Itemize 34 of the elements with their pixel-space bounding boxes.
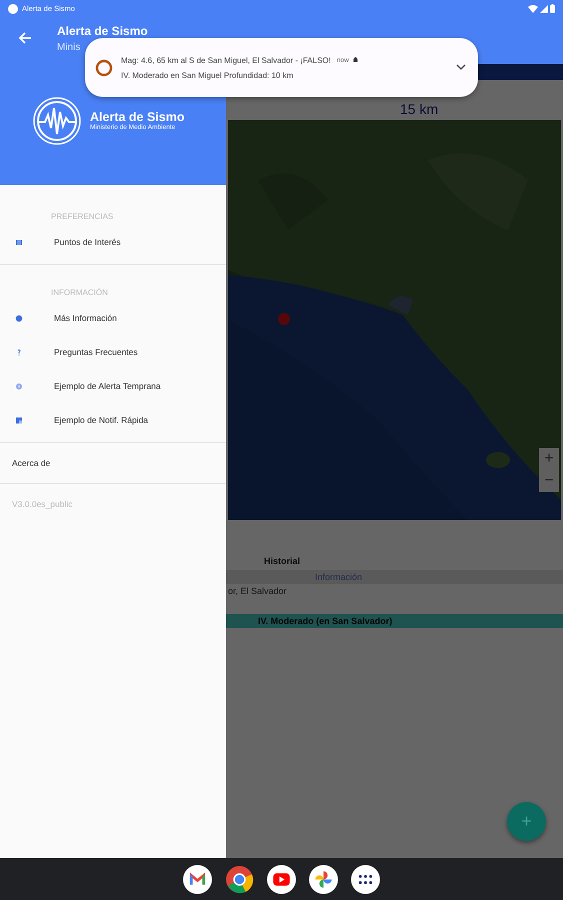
- alert-icon: [352, 57, 358, 63]
- drawer-item[interactable]: Preguntas Frecuentes: [0, 335, 226, 369]
- signal-icon: [540, 4, 548, 12]
- history-heading: Historial: [264, 556, 300, 566]
- question-mark-icon: [15, 348, 23, 356]
- app-grid-icon[interactable]: [351, 864, 380, 894]
- drawer-item[interactable]: Ejemplo de Notif. Rápida: [0, 403, 226, 437]
- pinwheel-icon[interactable]: [309, 864, 338, 894]
- ring-icon: [95, 58, 113, 76]
- drawer-item[interactable]: Más Información: [0, 301, 226, 335]
- app-title: Alerta de Sismo: [57, 25, 148, 38]
- battery-icon: [550, 4, 555, 13]
- seismograph-logo-icon: [32, 96, 82, 146]
- map-scale-label: 15 km: [400, 101, 438, 117]
- back-arrow-icon[interactable]: [18, 32, 32, 44]
- drawer-item[interactable]: Puntos de Interés: [0, 225, 226, 259]
- section-heading: INFORMACIÓN: [51, 288, 108, 297]
- drawer-title: Alerta de Sismo: [90, 110, 184, 124]
- chevron-down-icon[interactable]: [456, 64, 466, 71]
- app-subtitle: Minis: [57, 42, 80, 53]
- drawer-item[interactable]: Acerca de: [12, 458, 50, 468]
- browser-icon[interactable]: [225, 864, 254, 894]
- intensity-bar: IV. Moderado (en San Salvador): [226, 614, 563, 628]
- section-heading: PREFERENCIAS: [51, 212, 114, 221]
- version-text: V3.0.0es_public: [12, 499, 72, 509]
- app-notification-icon: [8, 4, 18, 14]
- notification-title: Mag: 4.6, 65 km al S de San Miguel, El Salvador - ¡FALSO!: [121, 56, 331, 64]
- location-text: or, El Salvador: [228, 586, 287, 596]
- info-icon: [15, 314, 23, 322]
- wifi-icon: [528, 4, 538, 12]
- notification-detail: IV. Moderado en San Miguel Profundidad: 10 km: [121, 70, 294, 80]
- mail-icon[interactable]: [183, 864, 212, 894]
- drawer-item[interactable]: Ejemplo de Alerta Temprana: [0, 369, 226, 403]
- video-play-icon[interactable]: [267, 864, 296, 894]
